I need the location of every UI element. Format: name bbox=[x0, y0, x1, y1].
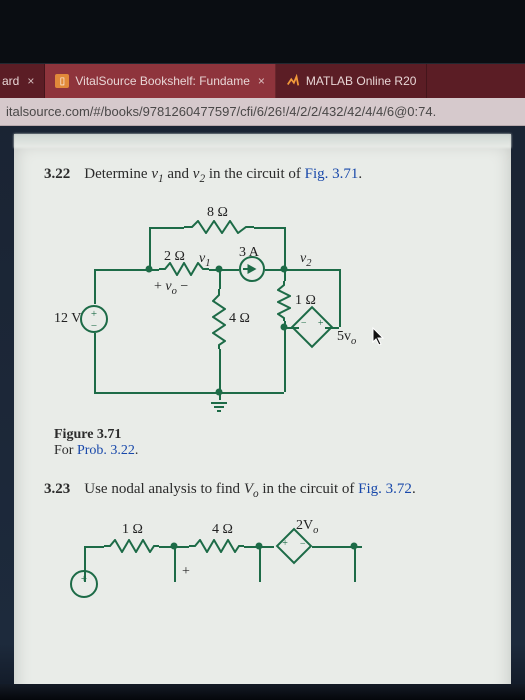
wire bbox=[219, 349, 221, 392]
address-bar[interactable]: italsource.com/#/books/9781260477597/cfi… bbox=[0, 98, 525, 126]
var-v1: v1 bbox=[151, 166, 163, 182]
figure-caption-3-71: Figure 3.71 For Prob. 3.22. bbox=[54, 427, 503, 459]
laptop-bezel-bottom bbox=[0, 684, 525, 700]
wire bbox=[254, 227, 284, 229]
label-4ohm: 4 Ω bbox=[212, 522, 233, 538]
matlab-icon bbox=[286, 74, 300, 88]
node bbox=[146, 266, 153, 273]
book-icon: ▯ bbox=[55, 74, 69, 88]
resistor-4ohm bbox=[189, 539, 244, 553]
wire bbox=[354, 546, 356, 582]
wire bbox=[94, 269, 96, 304]
wire bbox=[259, 546, 261, 582]
resistor-8ohm bbox=[184, 220, 254, 234]
wire bbox=[339, 269, 341, 327]
label-v1: v1 bbox=[199, 251, 210, 269]
var-Vo: Vo bbox=[244, 481, 259, 497]
fig-ref[interactable]: Fig. 3.72 bbox=[358, 481, 412, 497]
wire bbox=[284, 269, 339, 271]
problem-number: 3.23 bbox=[44, 481, 70, 497]
textbook-page: 3.22 Determine v1 and v2 in the circuit o… bbox=[14, 134, 511, 694]
label-8ohm: 8 Ω bbox=[207, 205, 228, 221]
resistor-4ohm bbox=[212, 289, 226, 349]
figure-number: Figure 3.71 bbox=[54, 427, 503, 443]
problem-3-22: 3.22 Determine v1 and v2 in the circuit o… bbox=[44, 166, 503, 185]
prob-ref[interactable]: Prob. 3.22 bbox=[77, 443, 135, 458]
page-top-blur bbox=[14, 134, 511, 148]
wire bbox=[284, 269, 286, 281]
problem-text: and bbox=[164, 166, 193, 182]
problem-text: Use nodal analysis to find bbox=[84, 481, 244, 497]
browser-tab-strip: ard × ▯ VitalSource Bookshelf: Fundame ×… bbox=[0, 64, 525, 98]
tab-vitalsource[interactable]: ▯ VitalSource Bookshelf: Fundame × bbox=[45, 64, 276, 98]
resistor-1ohm bbox=[277, 281, 291, 321]
label-3a: 3 A bbox=[239, 245, 259, 261]
laptop-bezel-top bbox=[0, 0, 525, 64]
wire bbox=[94, 392, 284, 394]
period: . bbox=[412, 481, 416, 497]
label-5vo: 5vo bbox=[337, 329, 356, 347]
wire bbox=[94, 269, 149, 271]
tab-title: ard bbox=[2, 74, 19, 88]
cursor-icon bbox=[372, 327, 386, 347]
figure-3-72-circuit-partial: 1 Ω 4 Ω 2Vo + − bbox=[54, 522, 414, 582]
fig-ref[interactable]: Fig. 3.71 bbox=[305, 166, 359, 182]
wire bbox=[149, 227, 151, 269]
label-plus: + bbox=[182, 564, 190, 580]
problem-text: in the circuit of bbox=[259, 481, 359, 497]
label-2ohm: 2 Ω bbox=[164, 249, 185, 265]
figure-3-71-circuit: 8 Ω 2 Ω v1 + vo − 3 A bbox=[54, 207, 384, 417]
ground-icon bbox=[211, 400, 227, 414]
label-v2: v2 bbox=[300, 251, 311, 269]
wire bbox=[174, 546, 176, 582]
label-1ohm: 1 Ω bbox=[122, 522, 143, 538]
wire bbox=[219, 392, 221, 400]
wire bbox=[149, 227, 184, 229]
close-icon[interactable]: × bbox=[27, 74, 34, 88]
wire bbox=[94, 333, 96, 392]
problem-text: Determine bbox=[84, 166, 151, 182]
problem-3-23: 3.23 Use nodal analysis to find Vo in the… bbox=[44, 481, 503, 500]
label-vo: + vo − bbox=[154, 279, 188, 297]
tab-matlab[interactable]: MATLAB Online R20 bbox=[276, 64, 428, 98]
tab-title: MATLAB Online R20 bbox=[306, 74, 417, 88]
wire bbox=[84, 546, 104, 548]
wire bbox=[284, 327, 286, 392]
problem-number: 3.22 bbox=[44, 166, 70, 182]
var-v2: v2 bbox=[193, 166, 205, 182]
label-12v: 12 V bbox=[54, 311, 81, 327]
voltage-source-partial: + bbox=[70, 570, 98, 598]
wire bbox=[284, 227, 286, 269]
tab-left-partial[interactable]: ard × bbox=[0, 64, 45, 98]
label-4ohm: 4 Ω bbox=[229, 311, 250, 327]
problem-text: in the circuit of bbox=[205, 166, 305, 182]
tab-title: VitalSource Bookshelf: Fundame bbox=[75, 74, 250, 88]
resistor-1ohm bbox=[104, 539, 159, 553]
voltage-source-12v: +− bbox=[80, 305, 108, 333]
url-text: italsource.com/#/books/9781260477597/cfi… bbox=[6, 104, 436, 119]
period: . bbox=[358, 166, 362, 182]
tab-suffix: × bbox=[258, 74, 265, 88]
figure-for: For Prob. 3.22. bbox=[54, 443, 503, 459]
wire bbox=[219, 269, 221, 289]
